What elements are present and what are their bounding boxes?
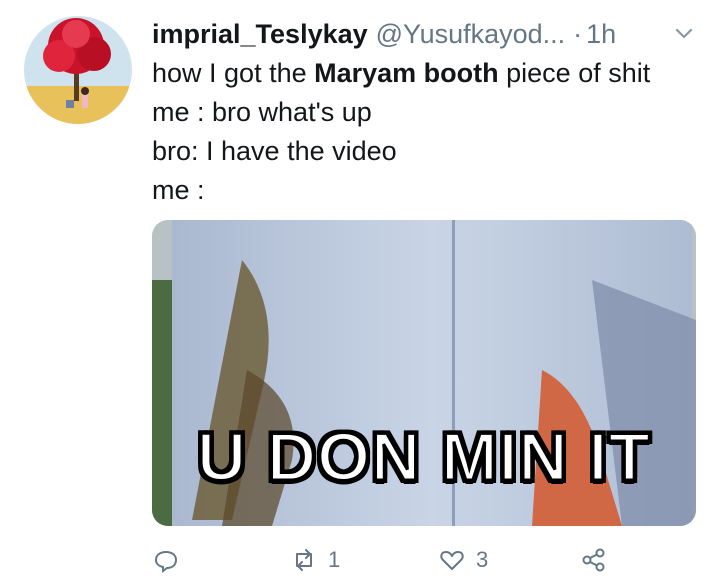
tweet-line: how I got the Maryam booth piece of shit <box>152 58 651 88</box>
tweet-line: me : bro what's up <box>152 97 372 127</box>
retweet-count: 1 <box>328 547 341 572</box>
avatar[interactable] <box>24 16 132 124</box>
like-icon <box>440 551 464 570</box>
chevron-down-icon[interactable] <box>672 22 696 46</box>
display-name[interactable]: imprial_Teslykay <box>152 19 368 50</box>
tweet-actions: 1 3 <box>152 546 712 586</box>
user-handle[interactable]: @Yusufkayod... <box>376 19 566 50</box>
tweet-time[interactable]: 1h <box>586 19 616 50</box>
reply-button[interactable] <box>152 546 190 574</box>
avatar-image <box>24 16 132 124</box>
retweet-icon <box>296 549 312 571</box>
share-icon <box>582 548 605 572</box>
retweet-button[interactable]: 1 <box>290 546 340 574</box>
tweet-line: me : <box>152 175 205 205</box>
tweet-text: how I got the Maryam booth piece of shit… <box>152 54 712 210</box>
like-button[interactable]: 3 <box>438 546 488 574</box>
tweet-header: imprial_Teslykay @Yusufkayod... · 1h <box>152 14 712 54</box>
tweet-media[interactable]: U DON MIN IT <box>152 220 696 526</box>
reply-icon <box>154 550 178 573</box>
tweet-line: bro: I have the video <box>152 136 397 166</box>
separator-dot: · <box>573 18 583 49</box>
like-count: 3 <box>476 547 489 572</box>
media-caption: U DON MIN IT <box>196 418 652 497</box>
share-button[interactable] <box>580 546 608 574</box>
